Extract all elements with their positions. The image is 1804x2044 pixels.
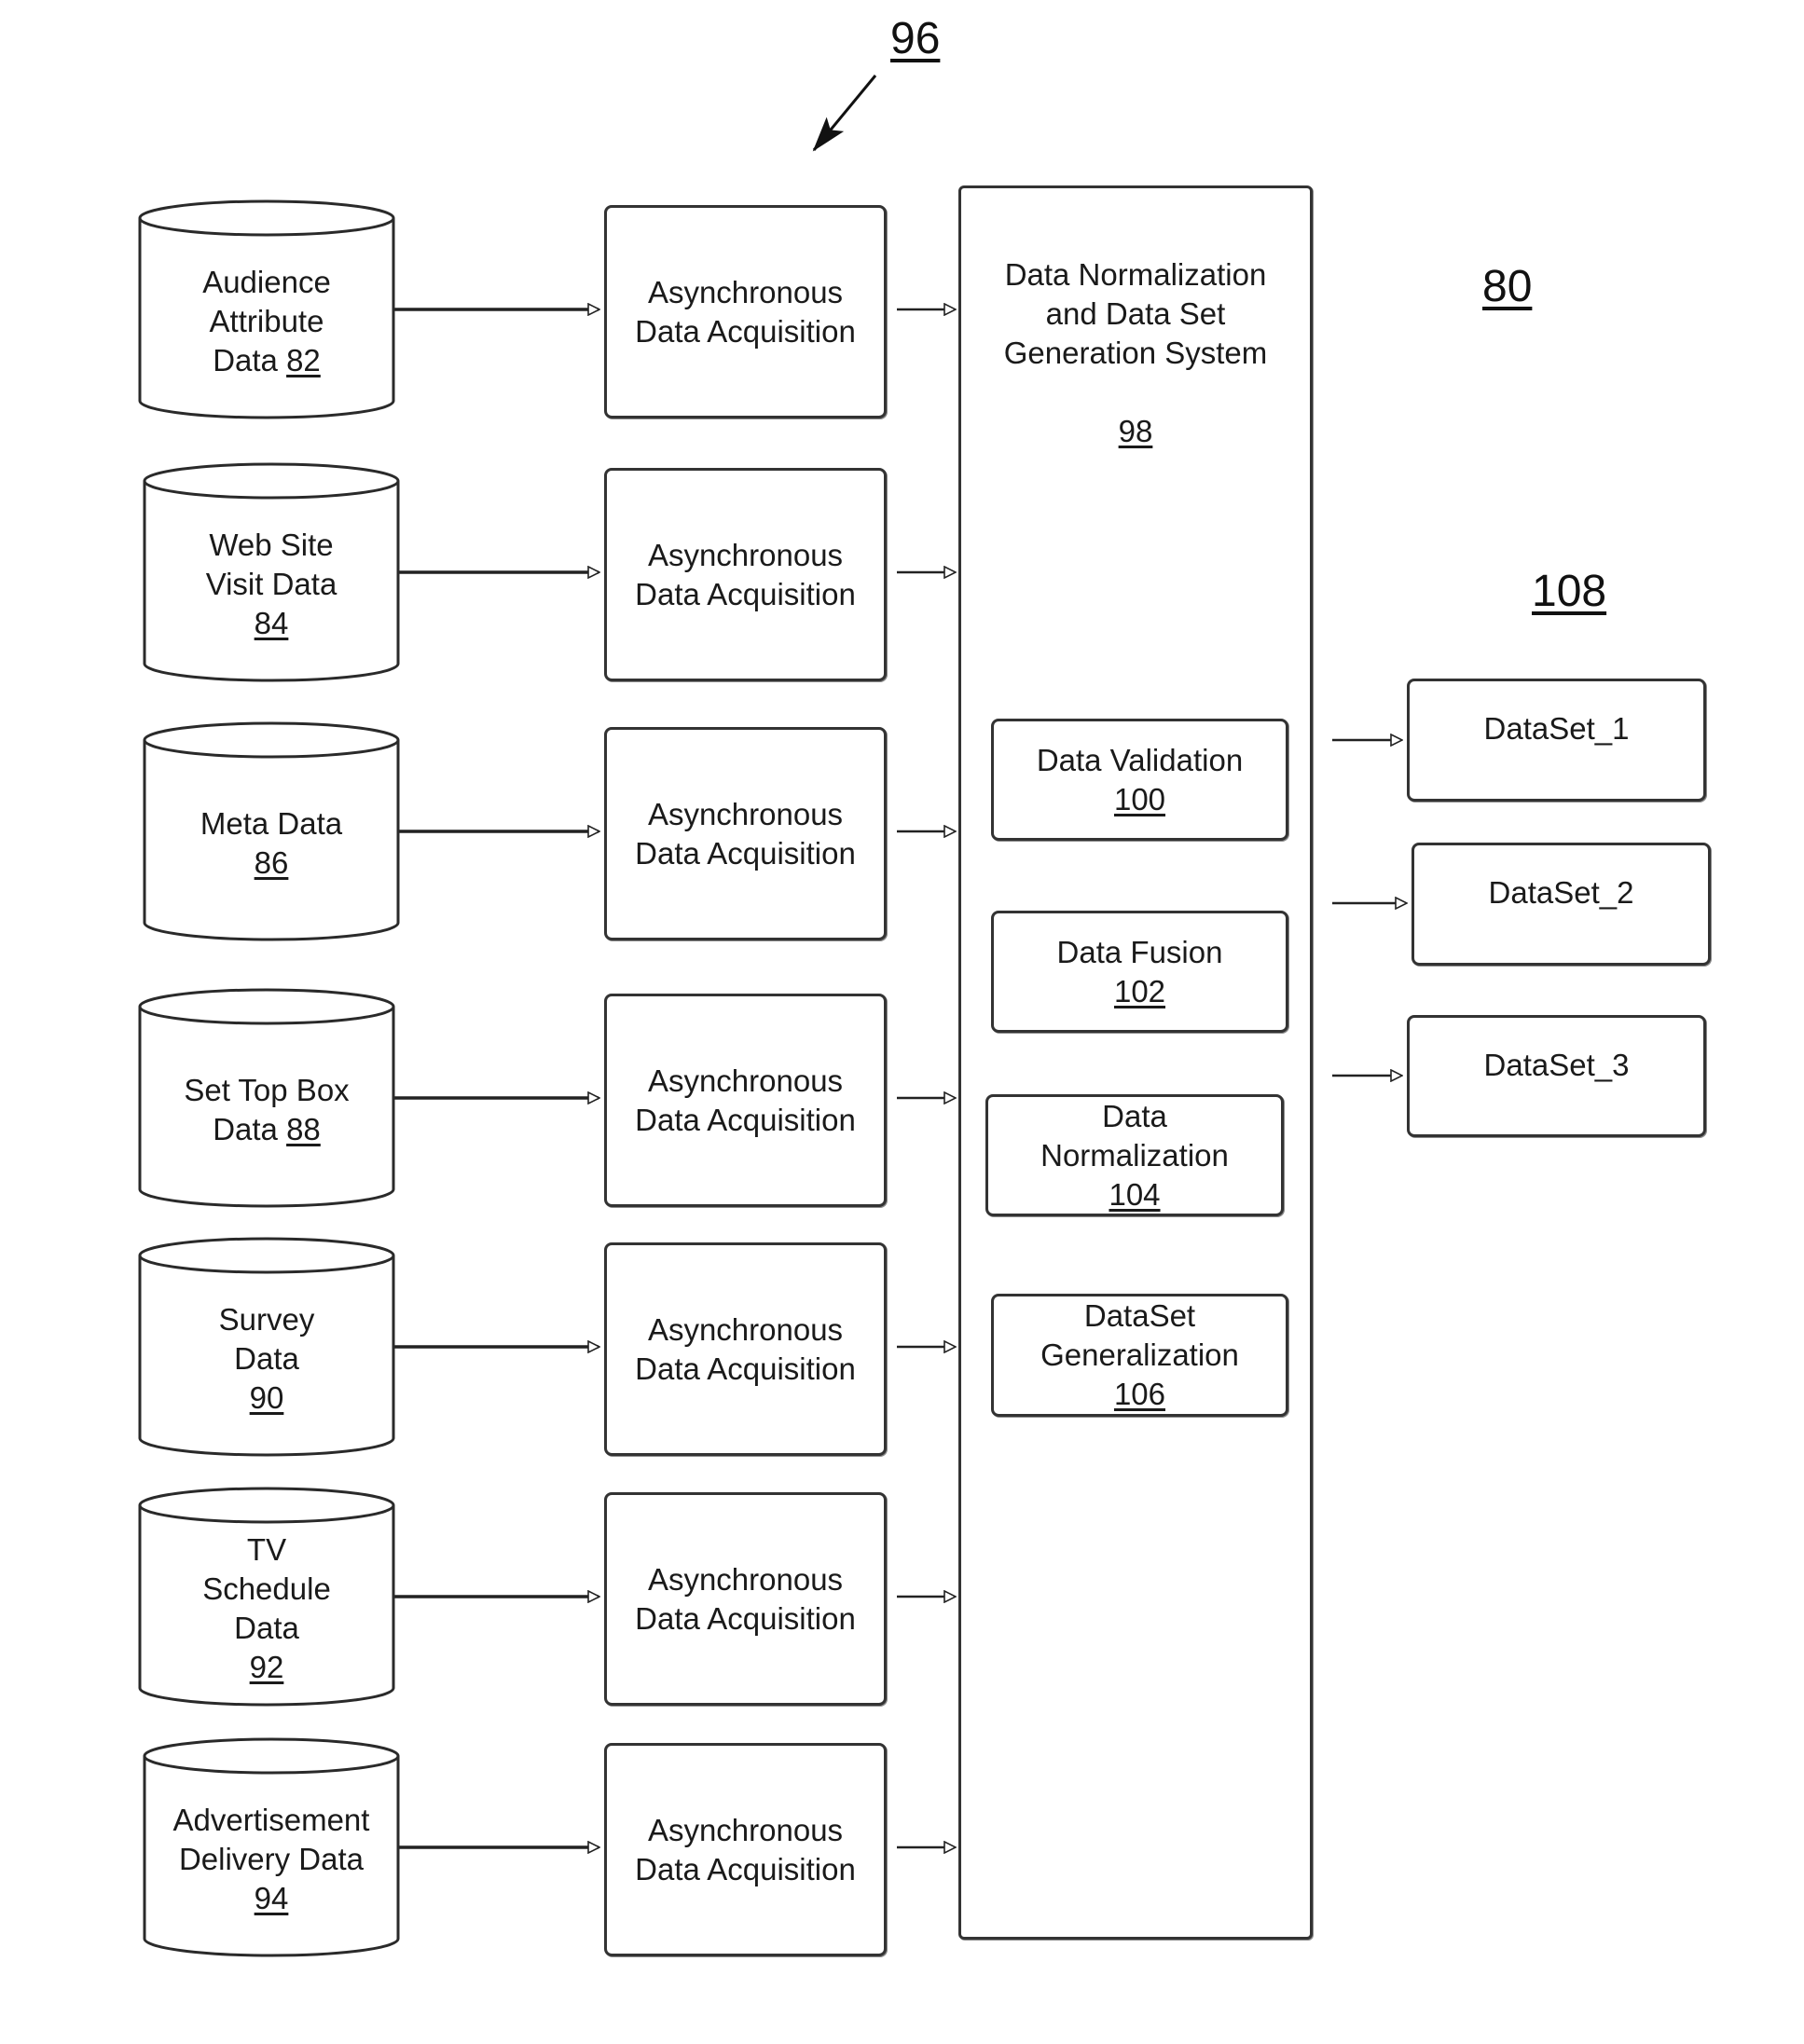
label-line: Set Top Box bbox=[184, 1073, 350, 1107]
ref-label-108: 108 bbox=[1532, 567, 1607, 616]
acquisition-label: Data Acquisition bbox=[635, 1351, 856, 1386]
dataset-box[interactable]: DataSet_1 bbox=[1407, 679, 1706, 802]
label-line: DataSet bbox=[1083, 1298, 1196, 1333]
data-source-label: Meta Data 86 bbox=[145, 804, 398, 883]
system-title-line: Data Normalization bbox=[1004, 257, 1267, 292]
data-source-cylinder[interactable]: Audience Attribute Data 82 bbox=[138, 199, 395, 419]
acquisition-label: Asynchronous bbox=[647, 1561, 844, 1597]
label-line: Delivery Data bbox=[178, 1842, 365, 1876]
acquisition-label: Asynchronous bbox=[647, 274, 844, 309]
data-source-label: Survey Data 90 bbox=[140, 1300, 393, 1418]
label-line: Web Site bbox=[209, 528, 334, 562]
label-line: Meta Data bbox=[200, 806, 343, 841]
ref-line: Data 82 bbox=[140, 341, 393, 380]
ref-line: 84 bbox=[145, 604, 398, 643]
async-data-acquisition-box[interactable]: Asynchronous Data Acquisition bbox=[604, 1242, 887, 1456]
acquisition-label: Asynchronous bbox=[647, 1311, 844, 1347]
acquisition-label: Data Acquisition bbox=[635, 835, 856, 871]
data-source-cylinder[interactable]: TV Schedule Data 92 bbox=[138, 1487, 395, 1707]
ref-line: 104 bbox=[1040, 1175, 1229, 1214]
dataset-label: DataSet_3 bbox=[1483, 1048, 1630, 1082]
ref-96-pointer-arrow bbox=[812, 75, 877, 152]
ref-number: 86 bbox=[254, 845, 289, 880]
label-line: Advertisement bbox=[172, 1803, 370, 1837]
label-line: Audience bbox=[202, 265, 331, 299]
ref-number: 88 bbox=[286, 1112, 321, 1146]
label-line: Schedule bbox=[202, 1571, 331, 1606]
data-source-label: Set Top Box Data 88 bbox=[140, 1071, 393, 1149]
label-line: Generalization bbox=[1040, 1338, 1239, 1372]
ref-number: 90 bbox=[249, 1380, 284, 1415]
system-title-line: Generation System bbox=[1003, 336, 1268, 370]
async-data-acquisition-box[interactable]: Asynchronous Data Acquisition bbox=[604, 1743, 887, 1956]
acquisition-label: Data Acquisition bbox=[635, 1102, 856, 1137]
acquisition-label: Data Acquisition bbox=[635, 313, 856, 349]
label-line: Data Fusion bbox=[1056, 934, 1223, 969]
ref-number: 102 bbox=[1113, 973, 1166, 1008]
acquisition-label: Asynchronous bbox=[647, 537, 844, 572]
data-source-cylinder[interactable]: Meta Data 86 bbox=[143, 721, 400, 941]
async-data-acquisition-box[interactable]: Asynchronous Data Acquisition bbox=[604, 1492, 887, 1706]
acquisition-label: Asynchronous bbox=[647, 796, 844, 831]
dataset-label: DataSet_1 bbox=[1483, 711, 1630, 746]
label-line: Survey bbox=[218, 1302, 315, 1337]
async-data-acquisition-box[interactable]: Asynchronous Data Acquisition bbox=[604, 205, 887, 418]
data-source-label: TV Schedule Data 92 bbox=[140, 1530, 393, 1687]
dataset-box[interactable]: DataSet_3 bbox=[1407, 1015, 1706, 1137]
data-source-label: Audience Attribute Data 82 bbox=[140, 263, 393, 380]
data-source-cylinder[interactable]: Advertisement Delivery Data 94 bbox=[143, 1737, 400, 1957]
ref-number: 106 bbox=[1113, 1377, 1166, 1411]
ref-line: 86 bbox=[145, 844, 398, 883]
system-module-box[interactable]: DataSet Generalization 106 bbox=[991, 1294, 1288, 1417]
ref-line: 92 bbox=[140, 1648, 393, 1687]
ref-number: 104 bbox=[1109, 1176, 1161, 1212]
ref-label-80: 80 bbox=[1482, 262, 1533, 311]
label-line: TV bbox=[246, 1532, 287, 1567]
async-data-acquisition-box[interactable]: Asynchronous Data Acquisition bbox=[604, 994, 887, 1207]
async-data-acquisition-box[interactable]: Asynchronous Data Acquisition bbox=[604, 468, 887, 681]
system-title-line: and Data Set bbox=[1045, 296, 1226, 331]
label-line: Data Validation bbox=[1036, 742, 1244, 777]
ref-line: 106 bbox=[1040, 1375, 1239, 1414]
ref-number: 84 bbox=[254, 606, 289, 640]
ref-label-96: 96 bbox=[890, 14, 941, 63]
label-line: Visit Data bbox=[205, 567, 337, 601]
acquisition-label: Data Acquisition bbox=[635, 1600, 856, 1636]
ref-line: Data 88 bbox=[140, 1110, 393, 1149]
data-source-cylinder[interactable]: Survey Data 90 bbox=[138, 1237, 395, 1457]
dataset-box[interactable]: DataSet_2 bbox=[1412, 843, 1711, 966]
label-line: Data bbox=[234, 1341, 299, 1376]
label-line: Data bbox=[234, 1611, 299, 1645]
acquisition-label: Data Acquisition bbox=[635, 576, 856, 611]
ref-line: 102 bbox=[1057, 972, 1223, 1011]
ref-line: 90 bbox=[140, 1379, 393, 1418]
ref-number: 94 bbox=[254, 1881, 289, 1915]
acquisition-label: Data Acquisition bbox=[635, 1851, 856, 1886]
label-line: Data bbox=[1102, 1098, 1167, 1133]
system-module-box[interactable]: Data Fusion 102 bbox=[991, 911, 1288, 1033]
label-line: Attribute bbox=[209, 304, 324, 338]
ref-number: 100 bbox=[1113, 781, 1166, 816]
label-line: Normalization bbox=[1040, 1137, 1229, 1173]
data-source-label: Web Site Visit Data 84 bbox=[145, 526, 398, 643]
acquisition-label: Asynchronous bbox=[647, 1063, 844, 1098]
normalization-system-box[interactable]: Data Normalization and Data Set Generati… bbox=[958, 185, 1313, 1940]
system-module-box[interactable]: Data Normalization 104 bbox=[985, 1094, 1284, 1216]
data-source-cylinder[interactable]: Web Site Visit Data 84 bbox=[143, 462, 400, 682]
dataset-label: DataSet_2 bbox=[1488, 875, 1634, 910]
data-source-label: Advertisement Delivery Data 94 bbox=[145, 1801, 398, 1918]
acquisition-label: Asynchronous bbox=[647, 1812, 844, 1847]
label-tail: Data bbox=[213, 1112, 287, 1146]
ref-line: 94 bbox=[145, 1879, 398, 1918]
system-module-box[interactable]: Data Validation 100 bbox=[991, 719, 1288, 841]
system-ref-98: 98 bbox=[1118, 414, 1153, 448]
system-title: Data Normalization and Data Set Generati… bbox=[1004, 255, 1267, 451]
label-tail: Data bbox=[213, 343, 287, 377]
ref-number: 82 bbox=[286, 343, 321, 377]
ref-number: 92 bbox=[249, 1650, 284, 1684]
ref-line: 100 bbox=[1037, 780, 1243, 819]
data-source-cylinder[interactable]: Set Top Box Data 88 bbox=[138, 988, 395, 1208]
async-data-acquisition-box[interactable]: Asynchronous Data Acquisition bbox=[604, 727, 887, 940]
